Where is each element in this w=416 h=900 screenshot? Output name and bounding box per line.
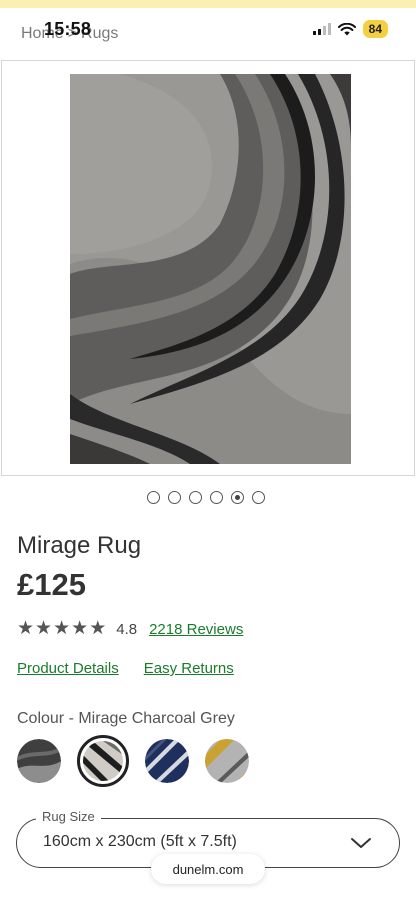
chevron-down-icon: [351, 838, 371, 848]
gallery-dot-5[interactable]: [231, 491, 244, 504]
star-icon: ★: [35, 618, 53, 639]
star-rating: ★ ★ ★ ★ ★: [17, 619, 106, 639]
gallery-pagination: [147, 491, 265, 504]
rug-size-value: 160cm x 230cm (5ft x 7.5ft): [43, 833, 237, 850]
product-title: Mirage Rug: [17, 532, 142, 559]
swatch-charcoal-grey[interactable]: [77, 735, 129, 787]
rug-size-label: Rug Size: [36, 809, 101, 824]
browser-url-bar[interactable]: dunelm.com: [151, 854, 265, 884]
gallery-dot-6[interactable]: [252, 491, 265, 504]
battery-indicator: 84: [362, 20, 388, 38]
product-links: Product Details Easy Returns: [17, 660, 234, 677]
product-details-link[interactable]: Product Details: [17, 660, 119, 677]
signal-icon: [312, 23, 331, 35]
status-strip: [0, 0, 416, 8]
wifi-icon: [337, 22, 356, 35]
gallery-dot-3[interactable]: [189, 491, 202, 504]
star-icon: ★: [89, 618, 107, 639]
status-time: 15:58: [44, 19, 92, 39]
star-icon: ★: [71, 618, 89, 639]
product-image-gallery[interactable]: [1, 60, 415, 476]
swatch-navy[interactable]: [145, 739, 189, 783]
rating-row: ★ ★ ★ ★ ★ 4.8 2218 Reviews: [17, 618, 243, 640]
colour-label: Colour - Mirage Charcoal Grey: [17, 710, 235, 727]
star-icon: ★: [53, 618, 71, 639]
gallery-dot-2[interactable]: [168, 491, 181, 504]
easy-returns-link[interactable]: Easy Returns: [144, 660, 234, 677]
swatch-ochre[interactable]: [205, 739, 249, 783]
gallery-dot-1[interactable]: [147, 491, 160, 504]
status-bar: Home > Rugs 15:58 84: [0, 8, 416, 52]
colour-swatches: [17, 735, 249, 787]
product-image: [70, 74, 351, 464]
reviews-link[interactable]: 2218 Reviews: [149, 621, 243, 638]
gallery-dot-4[interactable]: [210, 491, 223, 504]
product-price: £125: [17, 567, 86, 602]
status-icons: 84: [312, 20, 388, 38]
rating-value: 4.8: [116, 620, 138, 638]
star-icon: ★: [17, 618, 35, 639]
swatch-charcoal[interactable]: [17, 739, 61, 783]
